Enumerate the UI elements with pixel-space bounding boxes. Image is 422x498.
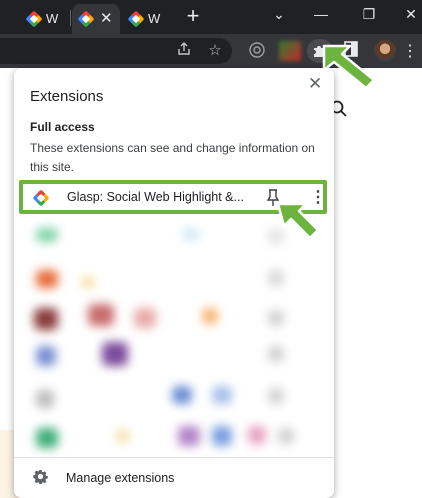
new-tab-button[interactable]: + <box>182 5 204 27</box>
tab-2[interactable]: ✕ <box>72 4 120 34</box>
divider <box>14 457 334 458</box>
blurred-extension-icon[interactable] <box>279 41 301 61</box>
popup-title: Extensions <box>30 88 104 105</box>
section-description: These extensions can see and change info… <box>30 141 315 174</box>
section-title: Full access <box>30 120 95 134</box>
extensions-popup: Extensions ✕ Full access These extension… <box>14 68 334 498</box>
gear-icon <box>33 469 48 488</box>
glasp-logo-icon <box>33 190 50 207</box>
glasp-favicon-icon <box>78 11 95 28</box>
glasp-favicon-icon <box>128 11 145 28</box>
tab-title: W <box>148 11 161 26</box>
restore-icon[interactable]: ❐ <box>354 6 384 23</box>
tab-title: W <box>46 11 59 26</box>
blurred-extension-list <box>22 218 330 458</box>
tab-separator <box>70 10 71 26</box>
tab-3[interactable]: W <box>122 4 174 34</box>
tab-search-icon[interactable]: ⌄ <box>264 6 294 23</box>
extension-name[interactable]: Glasp: Social Web Highlight &... <box>67 190 244 204</box>
manage-extensions-label: Manage extensions <box>66 471 175 485</box>
browser-menu-icon[interactable]: ⋮ <box>402 41 418 61</box>
share-icon[interactable] <box>174 41 194 61</box>
close-icon[interactable]: ✕ <box>308 74 322 94</box>
address-bar[interactable] <box>0 38 232 64</box>
tab-1[interactable]: W <box>20 4 70 34</box>
glasp-favicon-icon <box>26 11 43 28</box>
minimize-icon[interactable]: — <box>306 6 336 22</box>
close-window-icon[interactable]: ✕ <box>396 6 422 23</box>
manage-extensions-button[interactable]: Manage extensions <box>14 464 334 494</box>
bookmark-star-icon[interactable]: ☆ <box>205 41 225 61</box>
camera-icon[interactable] <box>247 41 267 61</box>
tab-strip: W ✕ W + ⌄ — ❐ ✕ <box>0 0 422 34</box>
annotation-arrow-pin-icon <box>276 202 320 240</box>
tab-close-icon[interactable]: ✕ <box>100 9 113 27</box>
